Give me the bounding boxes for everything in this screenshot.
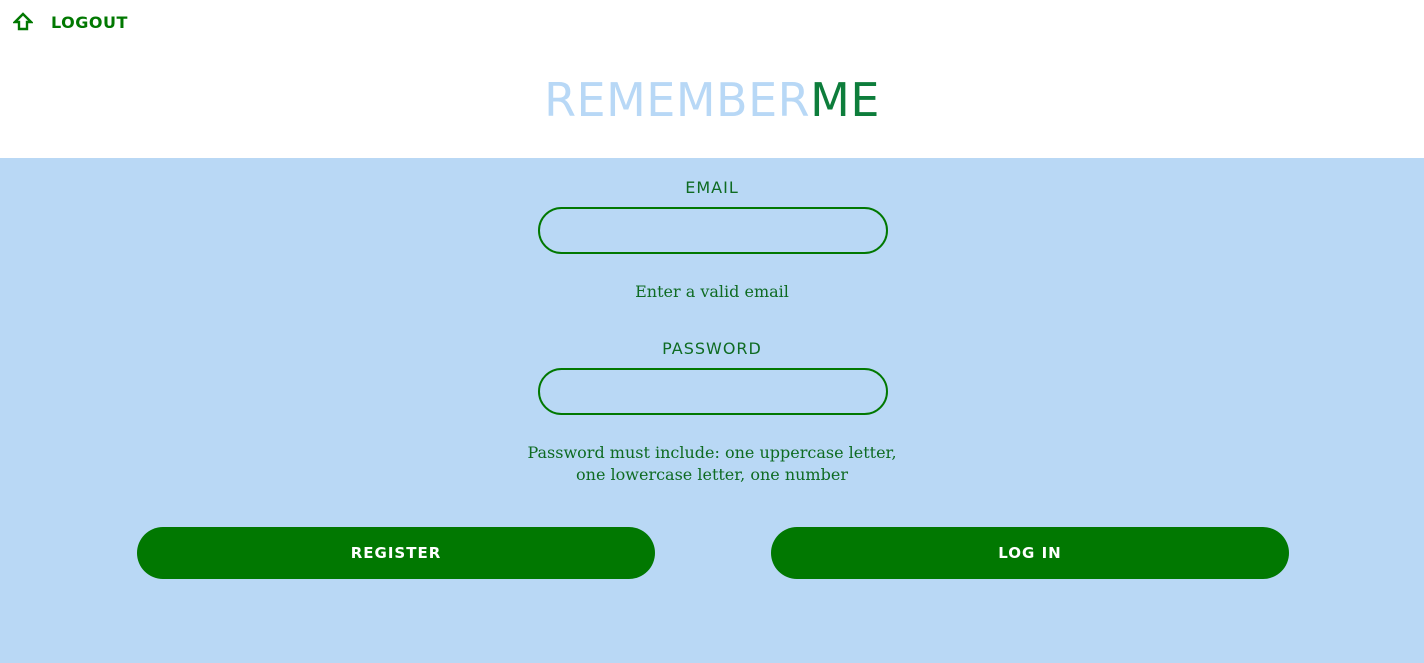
top-bar: LOGOUT [0,0,1424,50]
password-label: PASSWORD [662,339,762,358]
brand-logo: REMEMBERME [0,70,1424,130]
logout-link[interactable]: LOGOUT [12,12,128,32]
password-field[interactable] [538,368,888,415]
home-icon [12,12,34,32]
brand-part-me: ME [810,73,880,127]
logout-label: LOGOUT [51,12,128,32]
email-field[interactable] [538,207,888,254]
brand-part-remember: REMEMBER [544,73,811,127]
email-label: EMAIL [685,178,739,197]
password-hint-line-2: one lowercase letter, one number [576,465,848,484]
password-hint: Password must include: one uppercase let… [0,442,1424,486]
login-button[interactable]: LOG IN [771,527,1289,579]
register-button[interactable]: REGISTER [137,527,655,579]
password-hint-line-1: Password must include: one uppercase let… [527,443,897,462]
email-hint: Enter a valid email [635,282,789,301]
